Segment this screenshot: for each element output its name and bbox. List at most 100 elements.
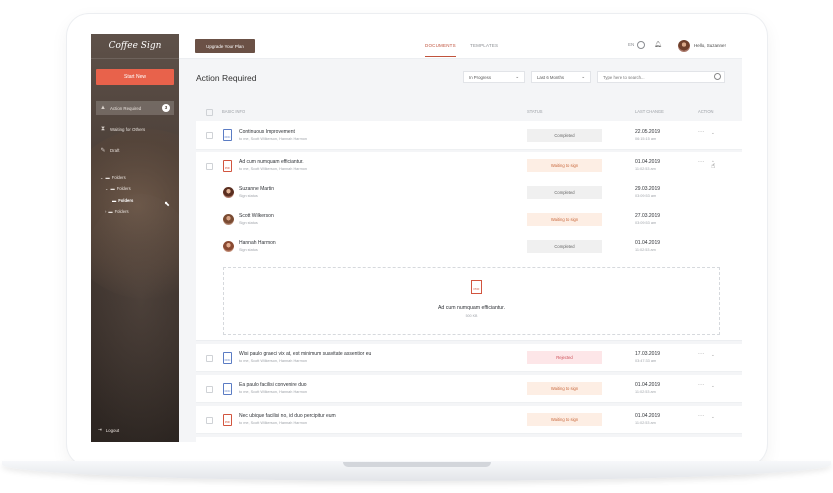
column-header: LAST CHANGE [635, 109, 664, 114]
row-checkbox[interactable] [206, 386, 213, 393]
status-filter-value: In Progress [469, 74, 491, 80]
document-recipients: to me, Scott Wilkerson, Hannah Harmon [239, 137, 307, 141]
avatar [223, 187, 234, 198]
globe-icon[interactable] [637, 41, 645, 49]
app-logo[interactable]: Coffee Sign [91, 34, 179, 59]
tab-documents[interactable]: DOCUMENTS [425, 34, 456, 57]
sidebar-item-label: Draft [110, 147, 120, 153]
doc-file-icon: DOC [223, 352, 232, 364]
sidebar-item-action-required[interactable]: ▲ Action Required 3 [96, 101, 174, 115]
hourglass-icon: ⧗ [100, 125, 106, 132]
chevron-down-icon: ⌄ [105, 186, 109, 191]
table-row-partial [196, 437, 742, 442]
chevron-down-icon[interactable]: ⌄ [711, 383, 715, 389]
chevron-down-icon: ⌄ [100, 175, 104, 180]
chevron-down-icon[interactable]: ⌄ [711, 130, 715, 136]
folders-root[interactable]: ⌄ ▬ Folders [100, 175, 126, 180]
last-change-date: 22.05.2019 [635, 129, 661, 135]
document-title[interactable]: Continuous Improvement [239, 129, 295, 135]
signer-row: Scott Wilkerson Sign status Waiting to s… [196, 206, 742, 234]
status-badge: Waiting to sign [527, 159, 602, 172]
document-title[interactable]: Ea paulo facilisi convenire duo [239, 382, 307, 388]
avatar [223, 241, 234, 252]
last-change-time: 03:09:53 am [635, 221, 657, 225]
table-row-expanded[interactable]: PDF Ad cum numquam efficiantur. to me, S… [196, 152, 742, 180]
table-row[interactable]: PDF Nec ubique facilisi no, id duo perci… [196, 406, 742, 434]
last-change-date: 01.04.2019 [635, 413, 661, 419]
upgrade-plan-button[interactable]: Upgrade Your Plan [195, 39, 255, 53]
tab-templates[interactable]: TEMPLATES [470, 34, 498, 58]
sidebar-item-draft[interactable]: ✎ Draft [96, 143, 174, 157]
document-title[interactable]: Nec ubique facilisi no, id duo percipitu… [239, 413, 336, 419]
document-title[interactable]: Ad cum numquam efficiantur. [239, 159, 304, 165]
last-change-time: 11:02:53 am [635, 248, 656, 252]
preview-title: Ad cum numquam efficiantur. [437, 305, 506, 311]
sidebar-item-label: Waiting for Others [110, 126, 146, 132]
chevron-down-icon[interactable]: ⌄ [711, 414, 715, 420]
more-actions-icon[interactable]: ··· [698, 351, 704, 357]
last-change-date: 01.04.2019 [635, 382, 661, 388]
folder-label: Folders [118, 198, 134, 203]
pdf-file-icon: PDF [471, 280, 482, 294]
warning-icon: ▲ [100, 105, 106, 111]
status-badge: Completed [527, 240, 602, 253]
select-all-checkbox[interactable] [206, 109, 213, 116]
logout-label: Logout [105, 427, 120, 433]
last-change-time: 03:09:53 am [635, 194, 657, 198]
avatar[interactable] [678, 40, 690, 52]
last-change-date: 01.04.2019 [635, 159, 661, 165]
status-filter-select[interactable]: In Progress ⌄ [463, 71, 525, 83]
saucer-background [91, 194, 179, 442]
sidebar-item-waiting[interactable]: ⧗ Waiting for Others [96, 122, 174, 136]
logout-icon: ⇥ [98, 427, 102, 432]
last-change-date: 27.03.2019 [635, 213, 661, 219]
signer-meta: Sign status [239, 221, 258, 225]
column-header: BASIC INFO [222, 109, 246, 114]
count-badge: 3 [162, 104, 170, 112]
document-recipients: to me, Scott Wilkerson, Hannah Harmon [239, 421, 307, 425]
document-recipients: to me, Scott Wilkerson, Hannah Harmon [239, 167, 307, 171]
folder-item-selected[interactable]: ▬ Folders [112, 198, 133, 203]
folder-icon: ▬ [108, 209, 113, 214]
greeting[interactable]: Hello, Suzanne! [694, 43, 726, 48]
chevron-down-icon[interactable]: ⌄ [711, 352, 715, 358]
row-checkbox[interactable] [206, 417, 213, 424]
document-title[interactable]: Wisi paulo graeci vix at, est minimum su… [239, 351, 371, 357]
logout-button[interactable]: ⇥ Logout [98, 427, 119, 433]
doc-file-icon: DOC [223, 383, 232, 395]
folder-icon: ▬ [112, 198, 117, 203]
signer-meta: Sign status [239, 194, 258, 198]
more-actions-icon[interactable]: ··· [698, 159, 704, 165]
table-row[interactable]: DOC Wisi paulo graeci vix at, est minimu… [196, 344, 742, 372]
avatar [223, 214, 234, 225]
preview-size: 500 KB [465, 314, 478, 318]
more-actions-icon[interactable]: ··· [698, 129, 704, 135]
table-row[interactable]: DOC Continuous Improvement to me, Scott … [196, 121, 742, 150]
last-change-time: 11:02:53 am [635, 167, 656, 171]
search-input[interactable] [597, 71, 725, 83]
folder-item[interactable]: › ▬ Folders [105, 209, 129, 214]
signer-name: Scott Wilkerson [239, 213, 274, 219]
period-filter-select[interactable]: Last 6 Months ⌄ [531, 71, 591, 83]
table-row[interactable]: DOC Ea paulo facilisi convenire duo to m… [196, 375, 742, 403]
status-badge: Rejected [527, 351, 602, 364]
row-checkbox[interactable] [206, 132, 213, 139]
folder-label: Folders [116, 186, 131, 191]
sidebar: Coffee Sign Start New ▲ Action Required … [91, 34, 179, 442]
more-actions-icon[interactable]: ··· [698, 413, 704, 419]
language-selector[interactable]: EN [628, 42, 634, 47]
laptop-notch [343, 462, 491, 467]
more-actions-icon[interactable]: ··· [698, 382, 704, 388]
row-checkbox[interactable] [206, 163, 213, 170]
row-checkbox[interactable] [206, 355, 213, 362]
notification-bell-icon[interactable]: 🔔︎ [654, 41, 662, 48]
chevron-down-icon: ⌄ [515, 74, 519, 79]
cursor-icon: ☝︎ [711, 163, 716, 170]
document-preview[interactable]: PDF Ad cum numquam efficiantur. 500 KB [223, 267, 720, 335]
start-new-button[interactable]: Start New [96, 69, 174, 85]
search-icon[interactable] [714, 73, 721, 80]
folder-item[interactable]: ⌄ ▬ Folders [105, 186, 131, 191]
pdf-file-icon: PDF [223, 160, 232, 172]
app-screen: Coffee Sign Start New ▲ Action Required … [91, 34, 742, 442]
signer-name: Suzanne Martin [239, 186, 275, 192]
